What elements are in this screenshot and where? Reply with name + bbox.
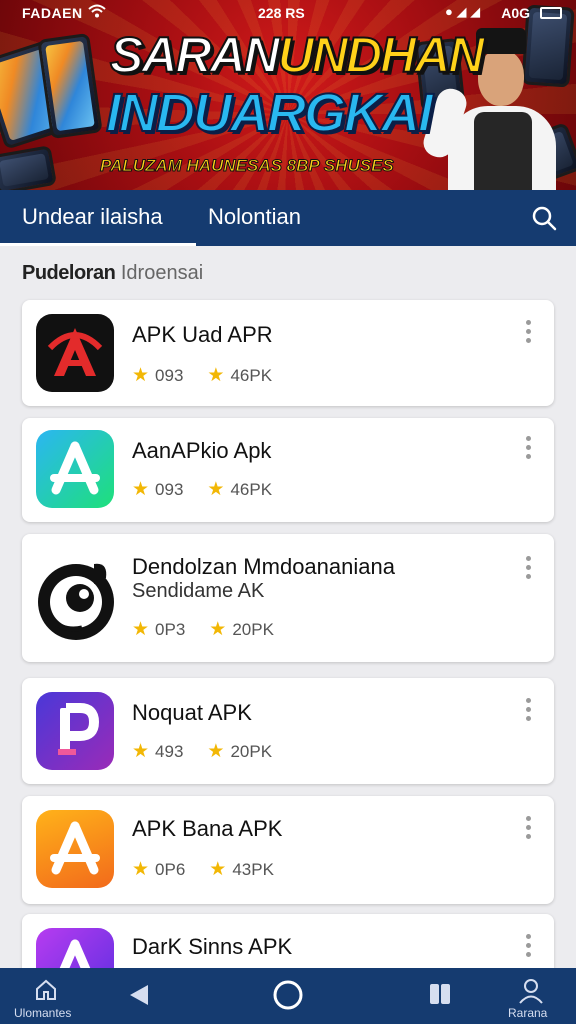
search-icon[interactable] <box>530 204 558 232</box>
profile-icon <box>519 979 543 1004</box>
nav-home-button[interactable] <box>268 968 308 1024</box>
app-card[interactable]: APK Bana APK ★ 0P6 ★ 43PK <box>22 796 554 904</box>
p-logo-icon <box>36 692 114 770</box>
nav-back[interactable] <box>120 968 160 1024</box>
recents-icon <box>430 984 450 1004</box>
clock-label: 228 RS <box>258 5 305 21</box>
section-title: Pudeloran Idroensai <box>22 262 204 284</box>
back-icon <box>130 985 148 1005</box>
app-subtitle: Sendidame AK <box>132 580 265 602</box>
banner-subline: PALUZAM HAUNESAS 8BP SHUSES <box>100 156 395 176</box>
app-card[interactable]: AanAPkio Apk ★ 093 ★ 46PK <box>22 418 554 522</box>
tab-popular[interactable]: Nolontian <box>208 190 301 246</box>
more-options-icon[interactable] <box>520 556 536 582</box>
app-rating: ★ 0P3 ★ 20PK <box>132 619 274 640</box>
phone-image <box>0 145 58 190</box>
promo-banner[interactable]: SARANUNDHAN INDUARGKAI PALUZAM HAUNESAS … <box>0 0 576 190</box>
active-tab-indicator <box>0 243 196 246</box>
nav-home-label: Ulomantes <box>14 1006 72 1020</box>
nav-home[interactable]: Ulomantes <box>14 968 78 1024</box>
more-options-icon[interactable] <box>520 934 536 960</box>
app-rating: ★ 0P6 ★ 43PK <box>132 859 274 880</box>
nav-recents[interactable] <box>420 968 460 1024</box>
nav-profile[interactable]: Rarana <box>504 968 560 1024</box>
app-title: Dendolzan Mmdoananiana <box>132 554 395 579</box>
app-card[interactable]: APK Uad APR ★ 093 ★ 46PK <box>22 300 554 406</box>
app-title: Noquat APK <box>132 700 252 725</box>
banner-headline-2: INDUARGKAI <box>105 83 434 143</box>
bird-icon <box>34 548 118 648</box>
more-options-icon[interactable] <box>520 698 536 724</box>
carrier-label: FADAEN <box>22 5 83 21</box>
app-title: APK Uad APR <box>132 322 273 347</box>
orange-a-icon <box>36 810 114 888</box>
nav-profile-label: Rarana <box>508 1006 548 1020</box>
store-a-icon <box>36 430 114 508</box>
home-icon <box>36 979 56 1000</box>
app-title: DarK Sinns APK <box>132 934 293 959</box>
app-rating: ★ 493 ★ 20PK <box>132 741 273 762</box>
red-a-icon <box>36 314 114 392</box>
wifi-icon <box>88 4 106 21</box>
app-title: APK Bana APK <box>132 816 283 841</box>
notification-icons: ● ◢ ◢ <box>445 4 481 19</box>
more-options-icon[interactable] <box>520 436 536 462</box>
network-label: A0G <box>501 5 530 21</box>
circle-home-icon <box>273 980 303 1010</box>
tab-featured[interactable]: Undear ilaisha <box>22 190 163 246</box>
banner-headline: SARANUNDHAN <box>109 27 485 83</box>
battery-icon <box>540 7 562 19</box>
status-bar: FADAEN 228 RS ● ◢ ◢ A0G <box>0 0 576 26</box>
more-options-icon[interactable] <box>520 816 536 842</box>
tab-bar: Undear ilaisha Nolontian <box>0 190 576 246</box>
app-rating: ★ 093 ★ 46PK <box>132 365 273 386</box>
app-card[interactable]: Dendolzan Mmdoananiana Sendidame AK ★ 0P3… <box>22 534 554 662</box>
app-card[interactable]: Noquat APK ★ 493 ★ 20PK <box>22 678 554 784</box>
app-title: AanAPkio Apk <box>132 438 272 463</box>
more-options-icon[interactable] <box>520 320 536 346</box>
bottom-navigation: Ulomantes Rarana <box>0 968 576 1024</box>
app-rating: ★ 093 ★ 46PK <box>132 479 273 500</box>
